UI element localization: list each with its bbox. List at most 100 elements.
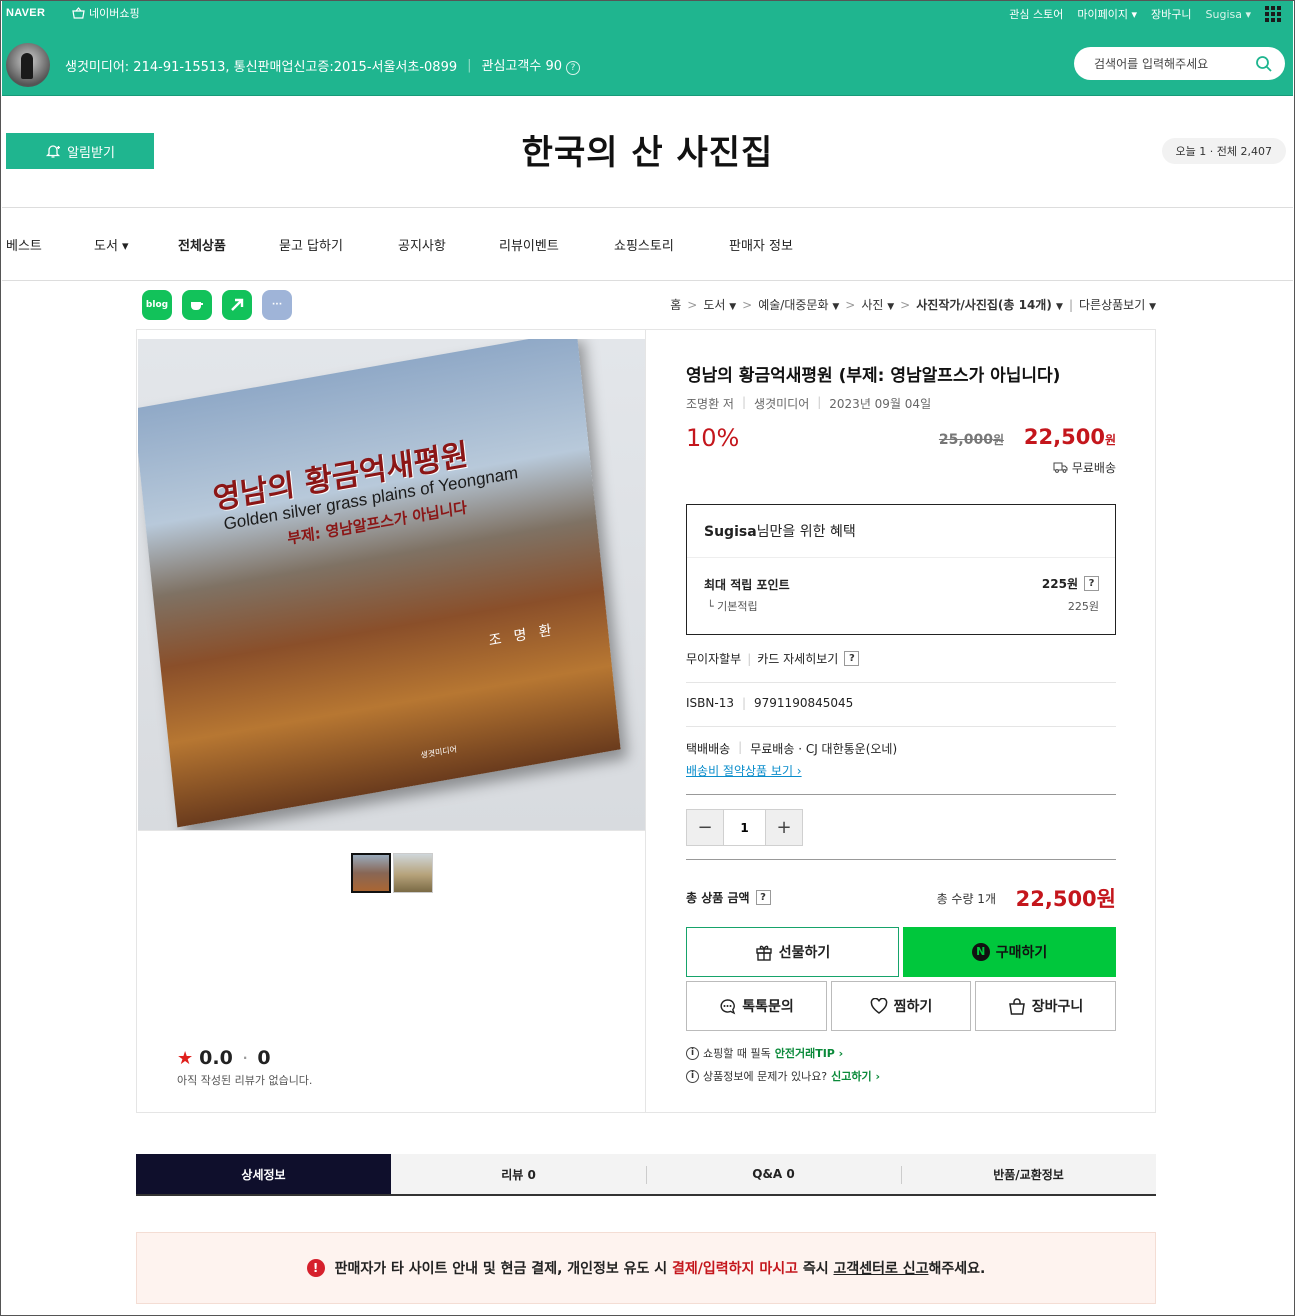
top-bar: NAVER 네이버쇼핑 관심 스토어 마이페이지 ▾ 장바구니 Sugisa ▾…	[2, 0, 1293, 96]
report-tip: i 상품정보에 문제가 있나요? 신고하기 ›	[686, 1068, 880, 1084]
wish-label: 찜하기	[893, 999, 933, 1015]
help-icon[interactable]: ?	[566, 61, 580, 75]
safe-trade-link[interactable]: 안전거래TIP ›	[775, 1045, 844, 1061]
breadcrumb-sep: >	[900, 297, 911, 312]
thumbnail-1[interactable]	[351, 853, 391, 893]
breadcrumb-photobook-label: 사진작가/사진집	[916, 298, 998, 312]
original-price: 25,000원	[939, 431, 1004, 448]
quantity-minus-button[interactable]: −	[687, 810, 723, 845]
apps-grid-icon[interactable]	[1265, 6, 1281, 22]
nav-all-products[interactable]: 전체상품	[178, 235, 226, 254]
talktalk-button[interactable]: 톡톡문의	[686, 981, 827, 1031]
help-icon[interactable]: ?	[844, 651, 860, 666]
breadcrumb-books[interactable]: 도서 ▼	[703, 296, 736, 313]
nav-shopping-story[interactable]: 쇼핑스토리	[614, 235, 674, 254]
safe-trade-tip: i 쇼핑할 때 필독 안전거래TIP ›	[686, 1045, 843, 1061]
thumbnail-2[interactable]	[393, 853, 433, 893]
benefit-user: Sugisa	[704, 524, 757, 540]
benefit-heading-suffix: 님만을 위한 혜택	[756, 524, 856, 540]
truck-icon	[1053, 462, 1068, 473]
help-icon[interactable]: ?	[755, 890, 771, 905]
tab-review[interactable]: 리뷰 0	[391, 1154, 646, 1194]
breadcrumb-photobook[interactable]: 사진작가/사진집(총 14개) ▼	[916, 296, 1063, 313]
wish-button[interactable]: 찜하기	[831, 981, 971, 1031]
nav-qna[interactable]: 묻고 답하기	[279, 235, 343, 254]
nav-books[interactable]: 도서 ▾	[94, 235, 129, 254]
store-title[interactable]: 한국의 산 사진집	[0, 125, 1295, 174]
card-installment: 무이자할부 | 카드 자세히보기 ?	[686, 650, 860, 667]
cart-button[interactable]: 장바구니	[975, 981, 1116, 1031]
breadcrumb-sep: >	[687, 297, 698, 312]
review-count: 0	[257, 1047, 271, 1069]
isbn-value: 9791190845045	[754, 696, 854, 710]
search-input[interactable]	[1094, 56, 1244, 71]
user-menu[interactable]: Sugisa ▾	[1206, 8, 1251, 21]
breadcrumb-sep: >	[845, 297, 856, 312]
gift-icon	[756, 945, 772, 961]
help-icon[interactable]: ?	[1084, 576, 1099, 591]
seller-avatar[interactable]	[6, 43, 50, 87]
tip-text: 상품정보에 문제가 있나요?	[703, 1070, 828, 1083]
installment-label: 무이자할부	[686, 652, 742, 666]
breadcrumb-art-label: 예술/대중문화	[758, 298, 829, 312]
tip-text: 쇼핑할 때 필독	[703, 1047, 771, 1060]
breadcrumb-art[interactable]: 예술/대중문화 ▼	[758, 296, 839, 313]
naver-logo[interactable]: NAVER	[6, 7, 45, 19]
gnb-right-menu: 관심 스토어 마이페이지 ▾ 장바구니 Sugisa ▾	[1009, 6, 1281, 22]
card-detail-link[interactable]: 카드 자세히보기	[757, 650, 838, 667]
naver-shopping-link[interactable]: 네이버쇼핑	[72, 5, 140, 21]
save-shipping-link[interactable]: 배송비 절약상품 보기 ›	[686, 762, 802, 779]
shopping-bag-icon	[72, 7, 85, 19]
tab-qna[interactable]: Q&A 0	[646, 1154, 901, 1194]
rating-summary[interactable]: ★ 0.0 · 0	[177, 1047, 271, 1069]
fraud-warning: ! 판매자가 타 사이트 안내 및 현금 결제, 개인정보 유도 시 결제/입력…	[136, 1232, 1156, 1304]
free-shipping: 무료배송	[1053, 459, 1116, 476]
breadcrumb-photo[interactable]: 사진 ▼	[861, 296, 894, 313]
cart-label: 장바구니	[1031, 999, 1084, 1015]
gift-button[interactable]: 선물하기	[686, 927, 899, 977]
cart-bag-icon	[1008, 997, 1025, 1015]
max-point-value: 225원?	[1042, 575, 1099, 592]
info-icon: i	[686, 1069, 699, 1083]
buy-button[interactable]: N 구매하기	[903, 927, 1116, 977]
band-share-icon[interactable]	[222, 290, 252, 320]
more-label: ···	[271, 300, 283, 310]
quantity-plus-button[interactable]: +	[766, 810, 802, 845]
nav-best[interactable]: 베스트	[6, 235, 42, 254]
separator: |	[467, 57, 472, 73]
cafe-share-icon[interactable]	[182, 290, 212, 320]
search-icon[interactable]	[1255, 55, 1273, 73]
total-price-value: 22,500	[1015, 887, 1097, 911]
nav-review-event[interactable]: 리뷰이벤트	[499, 235, 559, 254]
detail-tabs: 상세정보 리뷰 0 Q&A 0 반품/교환정보	[136, 1154, 1156, 1196]
search-box	[1074, 47, 1285, 80]
quantity-input[interactable]	[723, 810, 766, 845]
total-label-text: 총 상품 금액	[686, 891, 750, 905]
blog-share-icon[interactable]: blog	[142, 290, 172, 320]
mypage-link[interactable]: 마이페이지 ▾	[1077, 6, 1137, 22]
product-box: 영남의 황금억새평원 Golden silver grass plains of…	[136, 329, 1156, 1113]
main-product-image[interactable]: 영남의 황금억새평원 Golden silver grass plains of…	[138, 339, 645, 831]
more-share-icon[interactable]: ···	[262, 290, 292, 320]
cart-link[interactable]: 장바구니	[1151, 6, 1191, 22]
nav-notice[interactable]: 공지사항	[398, 235, 446, 254]
breadcrumb-photo-label: 사진	[861, 298, 884, 312]
breadcrumb: 홈 > 도서 ▼ > 예술/대중문화 ▼ > 사진 ▼ > 사진작가/사진집(총…	[670, 296, 1156, 313]
customer-center-link[interactable]: 고객센터로 신고	[833, 1261, 928, 1277]
nav-seller-info[interactable]: 판매자 정보	[729, 235, 793, 254]
report-link[interactable]: 신고하기 ›	[831, 1068, 880, 1084]
interest-store-link[interactable]: 관심 스토어	[1009, 6, 1063, 22]
book-publisher: 생겻미디어	[420, 744, 458, 761]
total-quantity: 총 수량 1개	[936, 892, 996, 906]
base-point-value: 225원	[1067, 600, 1099, 613]
share-buttons: blog ···	[142, 290, 292, 320]
tab-detail[interactable]: 상세정보	[136, 1154, 391, 1194]
warning-emphasis: 결제/입력하지 마시고	[672, 1261, 798, 1277]
rating-dot: ·	[242, 1051, 248, 1065]
other-products-label: 다른상품보기	[1079, 298, 1146, 312]
sale-price-value: 22,500	[1023, 425, 1105, 449]
tab-return[interactable]: 반품/교환정보	[901, 1154, 1156, 1194]
breadcrumb-home[interactable]: 홈	[670, 296, 681, 313]
breadcrumb-other-products[interactable]: 다른상품보기 ▼	[1079, 296, 1156, 313]
breadcrumb-books-label: 도서	[703, 298, 726, 312]
